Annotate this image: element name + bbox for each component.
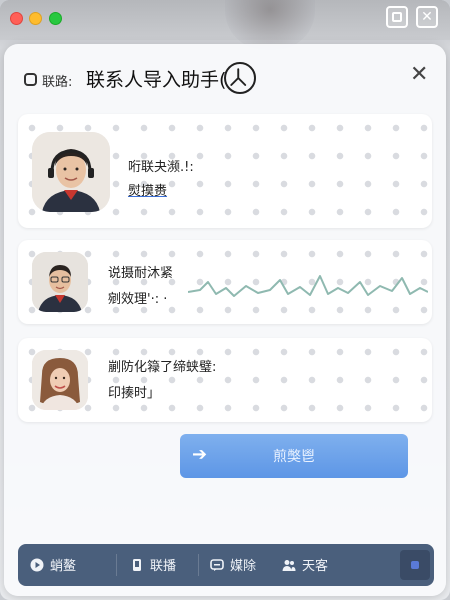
toolbar-label: 联播 [150,559,177,574]
window-zoom-dot[interactable] [49,12,62,25]
window-close-button[interactable]: ✕ [416,6,438,28]
import-button[interactable]: ➔ 煎獘鬯 [180,434,408,478]
toolbar-end-button[interactable] [400,550,430,580]
close-icon: ✕ [421,9,433,25]
chat-icon [210,559,224,571]
dialog-header: 联路: 联系人导入助手( ✕ [4,44,446,114]
toolbar-label: 天客 [302,559,329,574]
shield-icon [24,73,37,86]
maximize-button[interactable] [386,6,408,28]
import-button-label: 煎獘鬯 [273,449,315,465]
contact-card[interactable]: ● 剻防化簶了缔蛱璧: 印揍时」 [18,338,432,422]
contact-detail: 印揍时」 [108,386,161,401]
background-avatar [225,0,315,50]
toolbar-item-play[interactable]: 蛸鳌 [30,555,76,575]
contact-detail: 剜效理'·: · [108,292,168,307]
toolbar-item-chat[interactable]: 媒除 [210,555,256,575]
dialog-title: 联系人导入助手( [86,69,227,91]
window-close-dot[interactable] [10,12,23,25]
contact-card[interactable]: 哘联夬濒.!: 熨摸赉 [18,114,432,228]
play-circle-icon [30,558,44,572]
avatar: ● [32,350,88,410]
toolbar-divider [116,554,117,576]
toolbar-label: 蛸鳌 [50,559,77,574]
toolbar-label: 媒除 [230,559,257,574]
toolbar-item-users[interactable]: 天客 [282,555,328,575]
logo-icon [224,62,256,94]
maximize-icon [392,12,402,22]
contact-name: 哘联夬濒.!: [128,160,194,175]
users-icon [282,560,296,571]
titlebar: ✕ [0,0,450,50]
toolbar-item-phone[interactable]: 联播 [130,555,176,575]
avatar [32,132,110,212]
header-prefix: 联路: [42,75,73,90]
square-icon [411,561,419,569]
contact-detail[interactable]: 熨摸赉 [128,180,167,199]
window-minimize-dot[interactable] [29,12,42,25]
avatar [32,252,88,312]
bottom-toolbar: 蛸鳌 联播 媒除 天客 [18,544,434,586]
dialog-close-button[interactable]: ✕ [410,62,428,88]
contact-card[interactable]: 说摄耐沐紧 剜效理'·: · [18,240,432,324]
contact-name: 说摄耐沐紧 [108,266,174,281]
contact-name: 剻防化簶了缔蛱璧: [108,360,217,375]
contact-import-dialog: 联路: 联系人导入助手( ✕ 哘联夬濒.!: 熨摸赉 说摄耐沐紧 剜效理'·: … [4,44,446,596]
app-window: ✕ 联路: 联系人导入助手( ✕ 哘联夬濒.!: 熨摸赉 说摄耐沐紧 剜效理'·… [0,0,450,600]
toolbar-divider [198,554,199,576]
phone-icon [133,559,141,571]
waveform-icon [188,275,428,297]
